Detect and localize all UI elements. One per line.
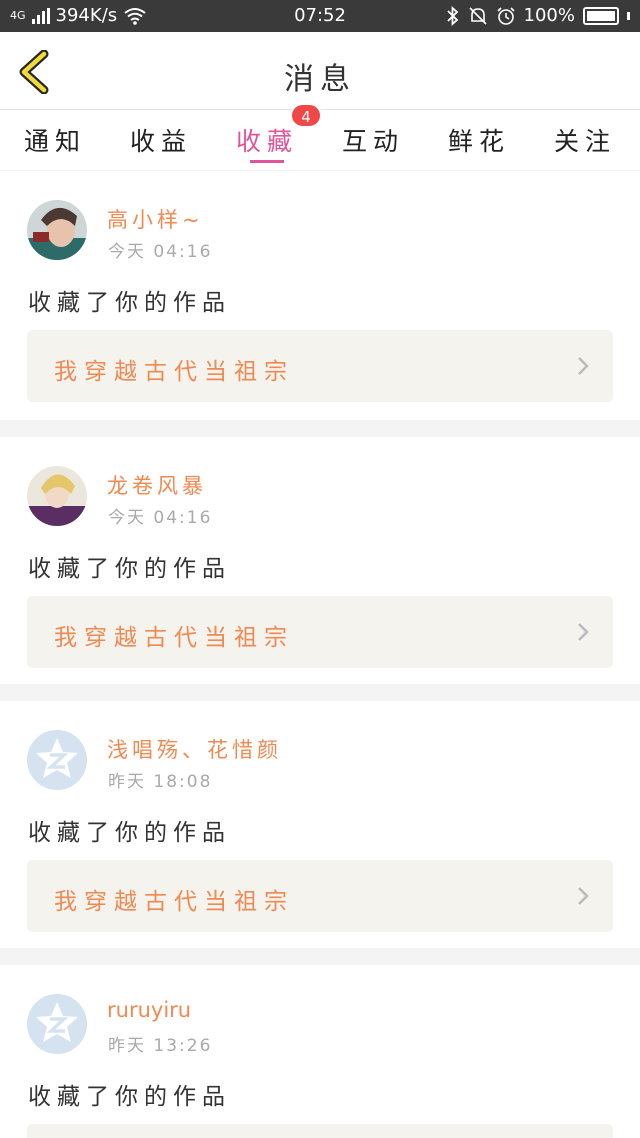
- list-item: 浅唱殇、花惜颜 昨天 18:08 收藏了你的作品 我穿越古代当祖宗: [0, 701, 640, 948]
- chevron-right-icon: [578, 887, 589, 905]
- list-item: ruruyiru 昨天 13:26 收藏了你的作品: [0, 965, 640, 1138]
- work-link[interactable]: 我穿越古代当祖宗: [27, 330, 613, 402]
- timestamp: 今天 04:16: [108, 242, 213, 262]
- work-link[interactable]: [27, 1124, 613, 1138]
- bluetooth-icon: [446, 5, 458, 26]
- avatar[interactable]: [27, 466, 87, 526]
- favorites-count-badge: 4: [290, 103, 322, 128]
- work-link[interactable]: 我穿越古代当祖宗: [27, 860, 613, 932]
- work-title: 我穿越古代当祖宗: [54, 889, 294, 915]
- tab-notice[interactable]: 通知: [10, 122, 100, 158]
- battery-percent: 100%: [523, 5, 575, 26]
- list-item: 高小样~ 今天 04:16 收藏了你的作品 我穿越古代当祖宗: [0, 171, 640, 420]
- timestamp: 昨天 18:08: [108, 772, 213, 792]
- action-text: 收藏了你的作品: [28, 290, 231, 316]
- tab-flowers[interactable]: 鲜花: [434, 122, 524, 158]
- status-right: 100%: [446, 5, 630, 26]
- action-text: 收藏了你的作品: [28, 556, 231, 582]
- username[interactable]: ruruyiru: [107, 998, 191, 1022]
- username[interactable]: 浅唱殇、花惜颜: [107, 734, 282, 764]
- active-tab-indicator: [250, 160, 284, 163]
- timestamp: 今天 04:16: [108, 508, 213, 528]
- work-title: 我穿越古代当祖宗: [54, 625, 294, 651]
- alarm-icon: [496, 6, 515, 25]
- tab-interactions[interactable]: 互动: [328, 122, 418, 158]
- username[interactable]: 龙卷风暴: [107, 470, 207, 500]
- work-title: 我穿越古代当祖宗: [54, 359, 294, 385]
- list-item: 龙卷风暴 今天 04:16 收藏了你的作品 我穿越古代当祖宗: [0, 437, 640, 684]
- tab-earnings[interactable]: 收益: [116, 122, 206, 158]
- action-text: 收藏了你的作品: [28, 820, 231, 846]
- chevron-right-icon: [578, 357, 589, 375]
- mute-bell-icon: [468, 6, 487, 25]
- tab-follows[interactable]: 关注: [540, 122, 630, 158]
- default-avatar-icon[interactable]: [27, 994, 87, 1054]
- chevron-right-icon: [578, 623, 589, 641]
- avatar[interactable]: [27, 200, 87, 260]
- default-avatar-icon[interactable]: [27, 730, 87, 790]
- nav-bar: 消息: [0, 32, 640, 110]
- battery-icon: [583, 6, 619, 25]
- timestamp: 昨天 13:26: [108, 1036, 213, 1056]
- page-title: 消息: [284, 62, 356, 97]
- work-link[interactable]: 我穿越古代当祖宗: [27, 596, 613, 668]
- status-bar: 4G 394K/s 07:52 100%: [0, 0, 640, 32]
- action-text: 收藏了你的作品: [28, 1084, 231, 1110]
- username[interactable]: 高小样~: [107, 204, 204, 234]
